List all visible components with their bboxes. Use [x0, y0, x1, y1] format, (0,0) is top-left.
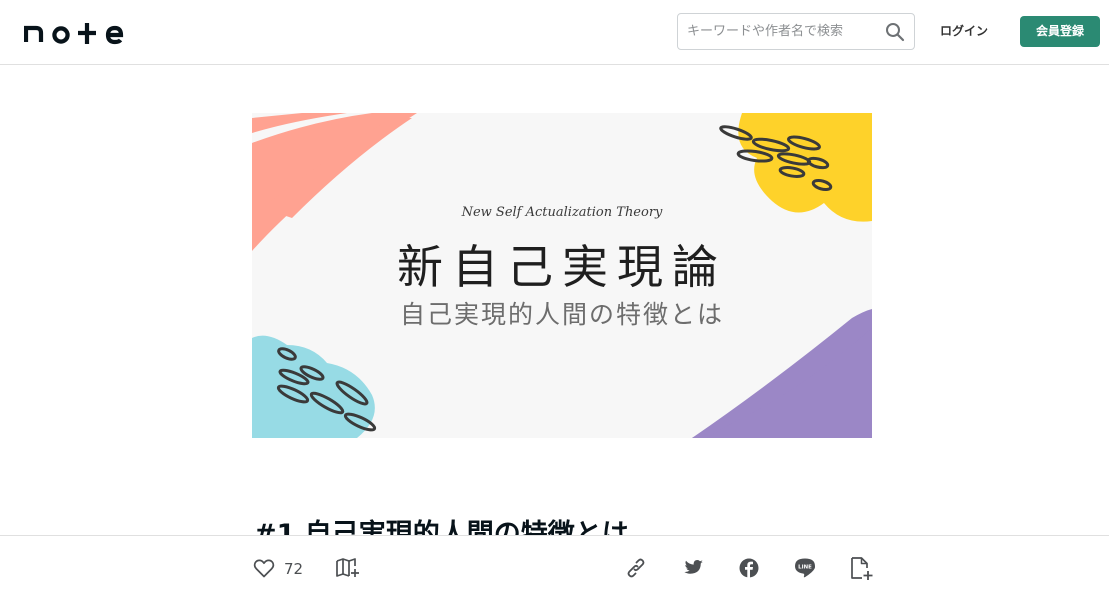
- twitter-icon[interactable]: [681, 556, 705, 584]
- login-button[interactable]: ログイン: [933, 16, 995, 46]
- search-box: [677, 13, 915, 50]
- hero-title: 新自己実現論: [397, 240, 727, 294]
- embed-icon[interactable]: [849, 556, 875, 586]
- signup-button[interactable]: 会員登録: [1020, 16, 1100, 47]
- action-bar: 72 LINE: [0, 535, 1109, 601]
- search-icon[interactable]: [885, 22, 905, 46]
- heart-icon[interactable]: [252, 556, 276, 584]
- note-logo[interactable]: [23, 18, 124, 50]
- link-icon[interactable]: [624, 556, 648, 584]
- hero-subtitle-jp: 自己実現的人間の特徴とは: [399, 300, 724, 329]
- hero-subtitle-en: New Self Actualization Theory: [461, 205, 663, 220]
- facebook-icon[interactable]: [737, 556, 761, 584]
- line-icon-label: LINE: [798, 565, 812, 571]
- line-icon[interactable]: LINE: [792, 556, 818, 584]
- magazine-add-icon[interactable]: [335, 556, 361, 584]
- eyecatch-image: New Self Actualization Theory 新自己実現論 自己実…: [252, 113, 872, 438]
- site-header: ログイン 会員登録: [0, 0, 1109, 65]
- like-count: 72: [284, 560, 304, 578]
- search-input[interactable]: [678, 14, 887, 49]
